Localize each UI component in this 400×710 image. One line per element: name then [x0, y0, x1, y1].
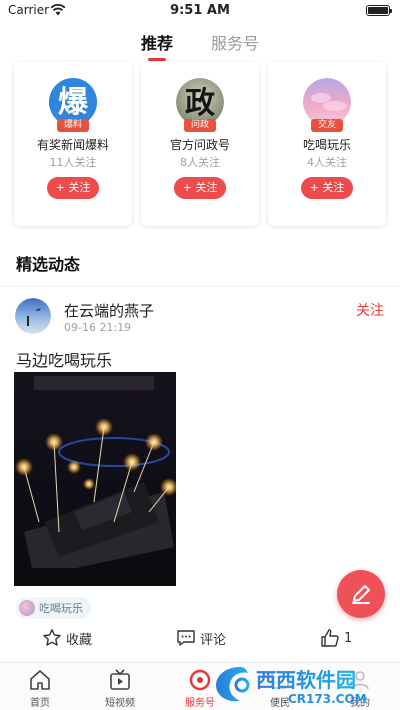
account-tag: 爆料 — [57, 119, 89, 132]
comment-button[interactable]: 评论 — [176, 628, 226, 648]
follow-author-button[interactable]: 关注 — [356, 300, 384, 320]
like-button[interactable]: 1 — [320, 628, 352, 648]
account-followers: 11人关注 — [49, 156, 97, 169]
post-channel-tag[interactable]: 吃喝玩乐 — [16, 597, 91, 619]
pencil-icon — [352, 585, 370, 604]
like-count: 1 — [344, 630, 353, 646]
comment-label: 评论 — [200, 632, 227, 648]
status-bar: Carrier 9:51 AM — [0, 0, 400, 22]
section-title: 精选动态 — [16, 255, 81, 274]
account-card[interactable]: 爆 爆料 有奖新闻爆料 11人关注 + 关注 — [14, 62, 132, 226]
account-tag: 交友 — [311, 119, 343, 132]
svg-text:政: 政 — [185, 86, 215, 121]
post-timestamp: 09-16 21:19 — [64, 321, 132, 334]
star-icon — [43, 629, 61, 646]
nav-home-label: 首页 — [30, 698, 50, 709]
recommended-accounts: 爆 爆料 有奖新闻爆料 11人关注 + 关注 政 问政 官方问政号 8人关注 +… — [14, 62, 386, 226]
tab-service-accounts[interactable]: 服务号 — [211, 30, 259, 54]
svg-text:爆: 爆 — [58, 85, 89, 120]
account-followers: 4人关注 — [307, 156, 347, 169]
follow-button[interactable]: + 关注 — [47, 177, 99, 199]
follow-button[interactable]: + 关注 — [301, 177, 353, 199]
drone-photo — [14, 372, 176, 586]
follow-button[interactable]: + 关注 — [174, 177, 226, 199]
post-author-name[interactable]: 在云端的燕子 — [64, 300, 154, 321]
author-photo — [15, 298, 51, 334]
active-tab-indicator — [148, 58, 166, 61]
video-icon — [110, 669, 130, 690]
account-tag: 问政 — [184, 119, 216, 132]
top-tabs: 推荐 服务号 — [0, 30, 400, 61]
channel-avatar-icon — [19, 600, 35, 616]
channel-label: 吃喝玩乐 — [39, 602, 83, 615]
clock: 9:51 AM — [170, 3, 230, 18]
account-name: 有奖新闻爆料 — [36, 138, 109, 152]
account-card[interactable]: 政 问政 官方问政号 8人关注 + 关注 — [141, 62, 259, 226]
nav-video-label: 短视频 — [105, 698, 135, 709]
post-text: 马边吃喝玩乐 — [16, 351, 113, 370]
svg-text:CR173.COM: CR173.COM — [288, 692, 367, 706]
collect-button[interactable]: 收藏 — [42, 628, 92, 648]
nav-home[interactable]: 首页 — [10, 668, 70, 709]
post-photo[interactable] — [14, 372, 176, 586]
nav-short-video[interactable]: 短视频 — [90, 668, 150, 709]
cr173-watermark-icon: 西西软件园 CR173.COM — [216, 667, 367, 706]
thumbs-up-icon — [321, 629, 339, 647]
collect-label: 收藏 — [66, 632, 93, 648]
watermark-logo: 西西软件园 CR173.COM — [212, 661, 398, 707]
account-card[interactable]: 交友 吃喝玩乐 4人关注 + 关注 — [268, 62, 386, 226]
post-actions: 收藏 评论 1 — [0, 628, 400, 654]
tab-recommend[interactable]: 推荐 — [141, 30, 173, 54]
compose-button[interactable] — [337, 570, 385, 618]
account-name: 官方问政号 — [169, 138, 230, 152]
battery-icon — [366, 5, 392, 16]
home-icon — [30, 670, 50, 690]
service-icon — [189, 669, 211, 691]
post-author-avatar[interactable] — [15, 298, 51, 334]
comment-icon — [177, 630, 195, 646]
divider — [0, 286, 400, 287]
account-name: 吃喝玩乐 — [302, 138, 351, 152]
account-followers: 8人关注 — [180, 156, 220, 169]
svg-text:西西软件园: 西西软件园 — [256, 668, 356, 692]
